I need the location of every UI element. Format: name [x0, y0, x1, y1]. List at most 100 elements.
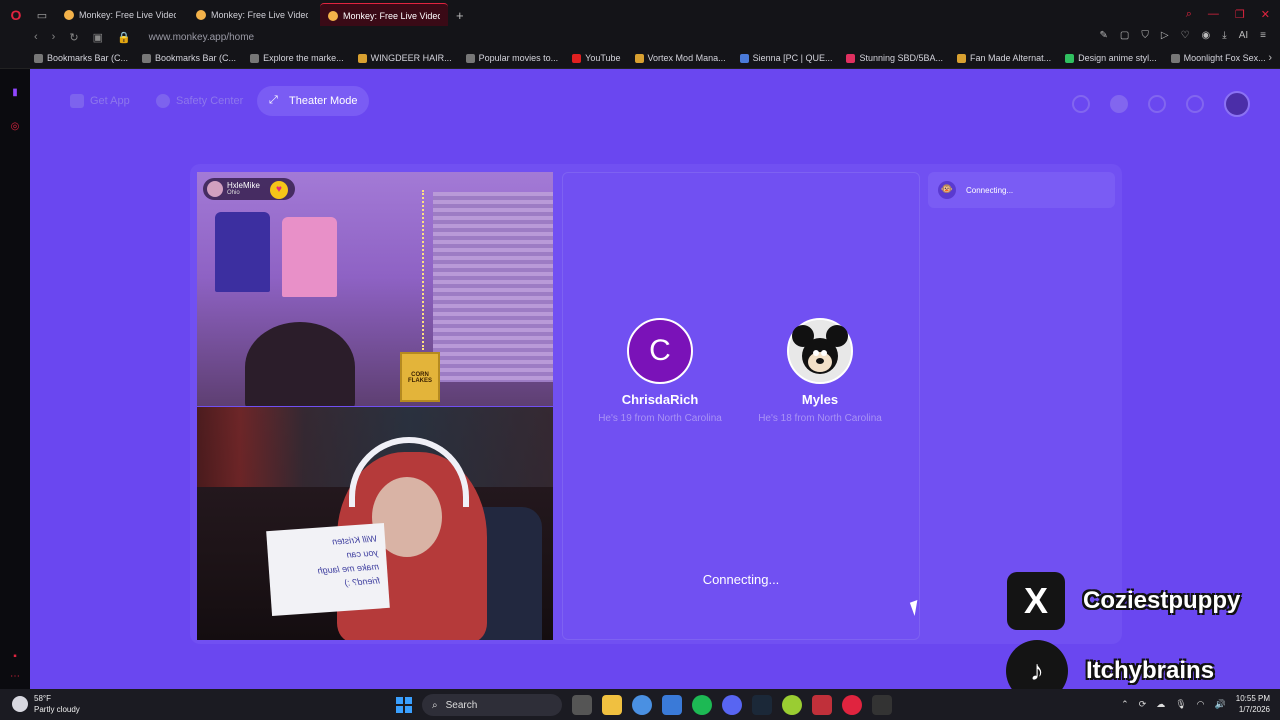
mickey-icon	[789, 320, 851, 382]
bookmarks-overflow-icon[interactable]: ›	[1268, 52, 1272, 64]
safety-center-button[interactable]: Safety Center	[156, 89, 243, 113]
shield-icon	[156, 94, 170, 108]
history-icon[interactable]	[1148, 95, 1166, 113]
spotify-icon[interactable]	[692, 695, 712, 715]
chat-panel: 🐵 Connecting...	[928, 172, 1116, 640]
coin-icon[interactable]	[1110, 95, 1128, 113]
pin-icon[interactable]: ✎	[1100, 30, 1108, 41]
remote-username: HxleMike	[227, 181, 260, 190]
bookmark-item[interactable]: Popular movies to...	[465, 53, 559, 63]
page-icon	[250, 53, 260, 63]
bookmark-label: Vortex Mod Mana...	[647, 53, 726, 63]
close-icon[interactable]: ✕	[1261, 8, 1270, 21]
app-icon[interactable]	[872, 695, 892, 715]
windows-start-icon[interactable]	[396, 697, 412, 713]
theater-mode-button[interactable]: ⤢ Theater Mode	[257, 86, 370, 116]
profile-avatar[interactable]	[1224, 91, 1250, 117]
heart-icon[interactable]: ♥	[270, 181, 288, 199]
bookmark-item[interactable]: Fan Made Alternat...	[957, 53, 1051, 63]
bookmark-item[interactable]: Bookmarks Bar (C...	[34, 53, 128, 63]
search-tabs-icon[interactable]: ⌕	[1186, 8, 1192, 21]
chat-icon[interactable]	[1186, 95, 1204, 113]
steam-icon[interactable]	[752, 695, 772, 715]
forward-icon[interactable]: ›	[52, 31, 56, 43]
bookmark-item[interactable]: Explore the marke...	[250, 53, 344, 63]
bookmark-item[interactable]: YouTube	[572, 53, 621, 63]
twitch-icon[interactable]: ▮	[9, 87, 21, 99]
bookmark-item[interactable]: Moonlight Fox Sex...	[1170, 53, 1266, 63]
back-icon[interactable]: ‹	[34, 31, 38, 43]
file-explorer-icon[interactable]	[602, 695, 622, 715]
monkey-favicon-icon	[328, 10, 338, 21]
search-icon[interactable]	[1072, 95, 1090, 113]
bookmark-label: Fan Made Alternat...	[970, 53, 1052, 63]
match-card[interactable]: C ChrisdaRich He's 19 from North Carolin…	[585, 318, 735, 424]
chevron-up-icon[interactable]: ⌃	[1121, 699, 1129, 710]
folder-icon	[142, 53, 152, 63]
match-info: He's 18 from North Carolina	[758, 413, 882, 424]
download-icon[interactable]: ⤓	[1222, 30, 1226, 41]
bookmark-item[interactable]: Stunning SBD/5BA...	[846, 53, 943, 63]
mic-icon[interactable]: 🎙	[1175, 699, 1186, 710]
sync-icon[interactable]: ⟳	[1139, 699, 1147, 710]
bookmarks-bar: Bookmarks Bar (C... Bookmarks Bar (C... …	[0, 48, 1280, 69]
browser-tab[interactable]: Monkey: Free Live Video C	[56, 3, 184, 27]
match-name: Myles	[801, 392, 839, 407]
connecting-status: Connecting...	[702, 572, 780, 587]
safety-center-label: Safety Center	[176, 95, 244, 107]
reload-icon[interactable]: ↻	[69, 31, 78, 44]
taskbar-search[interactable]: ⌕ Search	[422, 694, 562, 716]
ai-button[interactable]: AI	[1239, 30, 1248, 41]
menu-icon[interactable]: ≡	[1260, 30, 1266, 41]
url-field[interactable]: www.monkey.app/home	[149, 32, 254, 43]
bookmark-item[interactable]: Bookmarks Bar (C...	[142, 53, 236, 63]
bookmark-label: WINGDEER HAIR...	[370, 53, 452, 63]
bookmark-label: Popular movies to...	[478, 53, 559, 63]
browser-tab[interactable]: Monkey: Free Live Video C	[188, 3, 316, 27]
chrome-icon[interactable]	[632, 695, 652, 715]
site-icon	[1065, 53, 1075, 63]
copilot-icon[interactable]	[662, 695, 682, 715]
minimize-icon[interactable]: —	[1208, 8, 1219, 21]
browser-tab-active[interactable]: Monkey: Free Live Video C	[320, 3, 448, 27]
maximize-icon[interactable]: ❐	[1235, 8, 1245, 21]
cloud-icon[interactable]: ☁	[1156, 699, 1165, 710]
shield-icon[interactable]: ⛉	[1141, 30, 1149, 41]
discord-icon[interactable]	[722, 695, 742, 715]
weather-widget[interactable]: 58°F Partly cloudy	[12, 693, 80, 715]
new-tab-button[interactable]: +	[456, 8, 464, 23]
extensions-icon[interactable]: ▢	[1120, 30, 1129, 41]
wifi-icon[interactable]: ◠	[1197, 699, 1205, 710]
bookmark-item[interactable]: Design anime styl...	[1065, 53, 1157, 63]
weather-temp: 58°F	[34, 694, 51, 703]
clock[interactable]: 10:55 PM 1/7/2026	[1236, 693, 1270, 715]
bookmark-label: Bookmarks Bar (C...	[155, 53, 237, 63]
tab-menu-icon[interactable]: ▭	[32, 9, 52, 22]
tab-title: Monkey: Free Live Video C	[211, 10, 308, 20]
settings-icon[interactable]: ◎	[9, 121, 21, 133]
social-handle: Itchybrains	[1086, 657, 1215, 684]
social-handle: Coziestpuppy	[1083, 587, 1241, 614]
streaming-app-icon[interactable]	[812, 695, 832, 715]
bookmark-label: Stunning SBD/5BA...	[859, 53, 944, 63]
star-icon	[357, 53, 367, 63]
self-video: Will Kristen you can make me laugh frien…	[197, 407, 553, 640]
xbox-icon[interactable]	[782, 695, 802, 715]
opera-gx-icon[interactable]	[842, 695, 862, 715]
play-icon[interactable]: ▷	[1161, 30, 1169, 41]
more-icon[interactable]: ⋯	[9, 671, 21, 683]
get-app-button[interactable]: Get App	[70, 89, 130, 113]
date: 1/7/2026	[1238, 705, 1270, 714]
gx-icon[interactable]: ▪	[9, 651, 21, 663]
bookmark-item[interactable]: Sienna [PC | QUE...	[739, 53, 832, 63]
weather-desc: Partly cloudy	[34, 705, 80, 714]
bookmark-item[interactable]: WINGDEER HAIR...	[357, 53, 452, 63]
heart-icon[interactable]: ♡	[1181, 30, 1190, 41]
profile-icon[interactable]: ◉	[1202, 30, 1211, 41]
snapshot-icon[interactable]: ▣	[93, 31, 103, 44]
task-view-icon[interactable]	[572, 695, 592, 715]
match-card[interactable]: Myles He's 18 from North Carolina	[745, 318, 895, 424]
bookmark-item[interactable]: Vortex Mod Mana...	[634, 53, 726, 63]
volume-icon[interactable]: 🔊	[1215, 699, 1226, 710]
remote-video: CORN FLAKES HxleMike Ohio ♥	[197, 172, 553, 406]
